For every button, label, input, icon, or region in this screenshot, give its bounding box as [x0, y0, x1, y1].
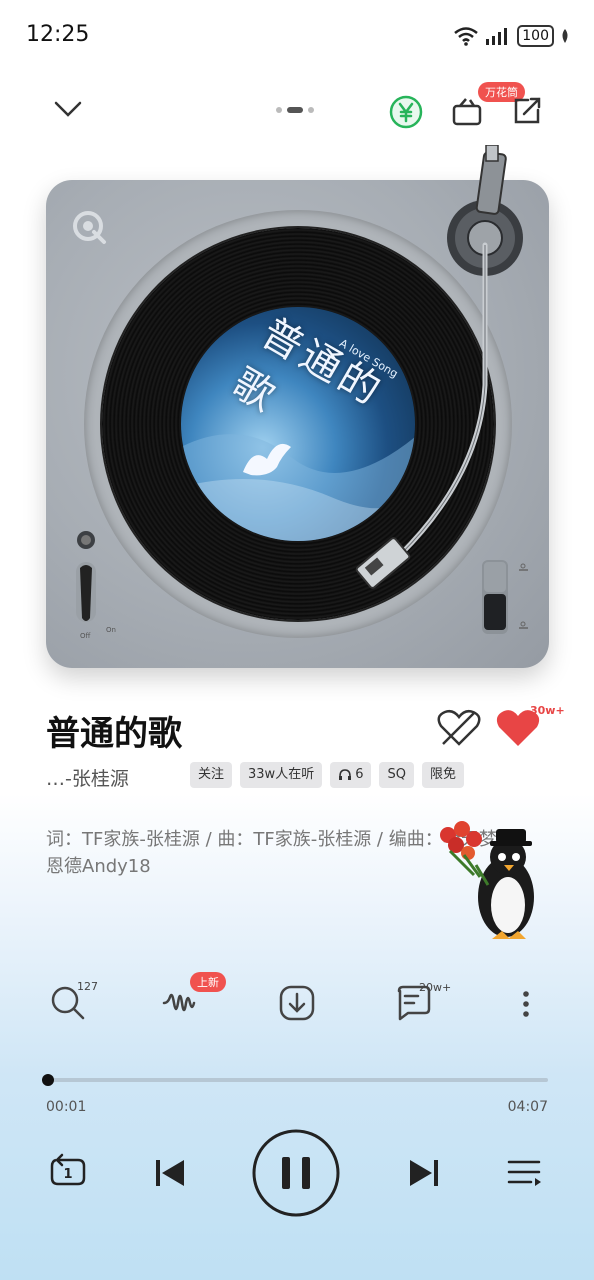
- signal-icon: [486, 28, 508, 45]
- repeat-one-icon[interactable]: 1: [48, 1152, 88, 1192]
- status-time: 12:25: [26, 22, 90, 47]
- status-icons: 100: [453, 24, 570, 48]
- quality-badge[interactable]: SQ: [379, 762, 414, 788]
- speed-switch[interactable]: [470, 558, 540, 638]
- search-count: 127: [77, 980, 98, 993]
- free-badge[interactable]: 限免: [421, 762, 464, 788]
- listeners-badge[interactable]: 33w人在听: [240, 762, 323, 788]
- song-tags: 关注 33w人在听 6 SQ 限免: [190, 762, 464, 788]
- next-track-icon[interactable]: [404, 1154, 444, 1192]
- page-indicator[interactable]: [276, 107, 314, 113]
- page-dot-active: [287, 107, 303, 113]
- more-vertical-icon[interactable]: [516, 990, 536, 1018]
- page-dot: [276, 107, 282, 113]
- headphones-icon: [339, 769, 352, 780]
- power-switch[interactable]: Off On: [70, 530, 130, 640]
- sound-effect-new-badge: 上新: [190, 972, 226, 992]
- switch-on-label: On: [106, 626, 116, 634]
- tonearm[interactable]: [340, 145, 540, 615]
- switch-off-label: Off: [80, 632, 91, 640]
- yen-coin-icon[interactable]: [389, 95, 423, 129]
- progress-knob[interactable]: [42, 1074, 54, 1086]
- headphone-badge[interactable]: 6: [330, 762, 372, 788]
- page-dot: [308, 107, 314, 113]
- current-time: 00:01: [46, 1099, 87, 1115]
- total-time: 04:07: [507, 1099, 548, 1115]
- share-icon[interactable]: [510, 94, 544, 128]
- download-icon[interactable]: [278, 984, 316, 1022]
- artist-name[interactable]: …-张桂源: [46, 764, 129, 791]
- chevron-down-icon[interactable]: [50, 95, 86, 125]
- battery-indicator: 100: [517, 25, 554, 47]
- leaf-icon: [562, 29, 568, 43]
- progress-track[interactable]: [46, 1078, 548, 1082]
- dislike-heart-icon[interactable]: [435, 708, 483, 748]
- like-count: 30w+: [530, 704, 565, 717]
- qq-music-logo-icon: [73, 211, 106, 244]
- previous-track-icon[interactable]: [150, 1154, 190, 1192]
- playlist-icon[interactable]: [505, 1156, 545, 1190]
- wifi-icon: [454, 27, 479, 46]
- penguin-sticker-icon[interactable]: [428, 815, 550, 945]
- svg-text:1: 1: [63, 1167, 72, 1182]
- headphone-count: 6: [355, 767, 364, 782]
- follow-button[interactable]: 关注: [190, 762, 233, 788]
- pause-button[interactable]: [251, 1128, 341, 1218]
- song-title: 普通的歌: [46, 714, 182, 754]
- comment-count: 20w+: [419, 981, 452, 994]
